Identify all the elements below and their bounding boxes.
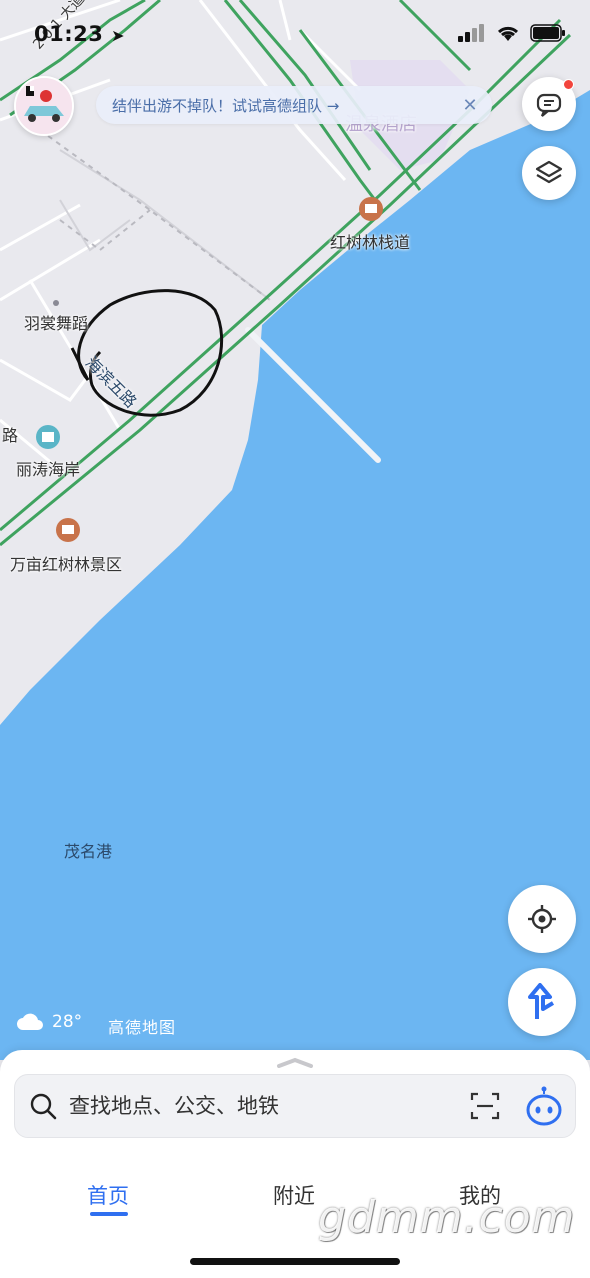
watermark-text: gdmm.com bbox=[318, 1192, 576, 1243]
wifi-icon bbox=[497, 26, 519, 41]
map-label-dance[interactable]: 羽裳舞蹈 bbox=[24, 310, 88, 334]
status-icons bbox=[458, 24, 566, 42]
map-label-road-partial: 路 bbox=[2, 426, 19, 445]
avatar[interactable] bbox=[14, 76, 74, 136]
notification-dot bbox=[563, 79, 574, 90]
search-input[interactable] bbox=[67, 1093, 469, 1119]
sheet-handle-icon[interactable] bbox=[275, 1056, 315, 1068]
banner-text[interactable]: 结伴出游不掉队！试试高德组队 → bbox=[112, 95, 460, 116]
locate-button[interactable] bbox=[508, 885, 576, 953]
brand-logo-text: 高德地图 bbox=[108, 1018, 177, 1037]
search-icon bbox=[30, 1093, 57, 1120]
signal-icon bbox=[458, 24, 484, 42]
locate-icon bbox=[528, 905, 556, 933]
tab-active-indicator bbox=[90, 1212, 128, 1216]
home-indicator[interactable] bbox=[190, 1258, 400, 1265]
route-button[interactable] bbox=[508, 968, 576, 1036]
weather-widget[interactable]: 28° bbox=[16, 1012, 82, 1032]
tab-nearby[interactable]: 附近 bbox=[273, 1180, 315, 1210]
battery-icon bbox=[530, 24, 565, 42]
message-button[interactable] bbox=[522, 77, 576, 131]
avatar-car-icon bbox=[16, 78, 72, 134]
map-label-wanmiao[interactable]: 万亩红树林景区 bbox=[10, 551, 122, 575]
tab-home[interactable]: 首页 bbox=[87, 1180, 129, 1210]
promo-banner[interactable]: 结伴出游不掉队！试试高德组队 → ✕ bbox=[96, 86, 492, 124]
chat-icon bbox=[536, 93, 562, 117]
map-label-boardwalk[interactable]: 红树林栈道 bbox=[330, 229, 410, 253]
layers-icon bbox=[535, 160, 563, 184]
layers-button[interactable] bbox=[522, 146, 576, 200]
map-label-port: 茂名港 bbox=[64, 842, 113, 861]
status-time: 01:23 ➤ bbox=[34, 22, 126, 46]
route-arrow-icon bbox=[528, 983, 555, 1019]
location-arrow-icon: ➤ bbox=[111, 26, 126, 45]
search-bar[interactable] bbox=[14, 1074, 576, 1138]
cloud-icon bbox=[17, 1013, 43, 1030]
close-icon[interactable]: ✕ bbox=[460, 95, 480, 116]
map-label-litao[interactable]: 丽涛海岸 bbox=[16, 456, 80, 480]
weather-temp: 28° bbox=[52, 1012, 83, 1032]
map-view[interactable] bbox=[0, 0, 590, 1060]
scan-icon[interactable] bbox=[469, 1090, 501, 1122]
assistant-robot-icon[interactable] bbox=[525, 1086, 563, 1126]
